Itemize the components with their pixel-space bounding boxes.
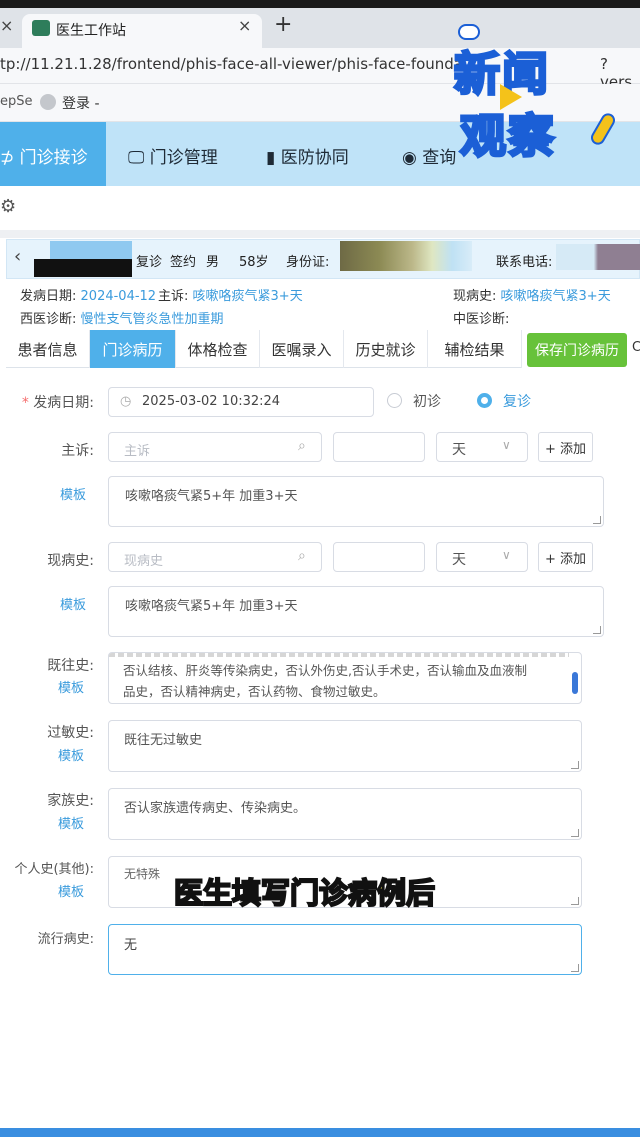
present-illness-placeholder: 现病史: [124, 554, 164, 569]
address-url[interactable]: tp://11.21.1.28/frontend/phis-face-all-v…: [0, 55, 463, 73]
contract-status: 签约: [170, 255, 197, 270]
subtab-physical-exam[interactable]: 体格检查: [176, 330, 260, 368]
reception-icon: ⊅: [0, 148, 20, 168]
present-illness-unit-value: 天: [452, 552, 466, 568]
summary-complaint: 主诉: 咳嗽咯痰气紧3+天: [158, 289, 303, 304]
summary-western-dx: 西医诊断: 慢性支气管炎急性加重期: [20, 312, 224, 327]
subtab-patient-info[interactable]: 患者信息: [6, 330, 90, 368]
allergy-template-link[interactable]: 模板: [58, 745, 84, 764]
new-tab-button[interactable]: +: [274, 12, 292, 37]
tab-title: 医生工作站: [56, 23, 126, 39]
chevron-down-icon: ∨: [502, 548, 511, 562]
nav-item-outpatient-management[interactable]: 🖵 门诊管理: [128, 143, 218, 168]
divider: [0, 230, 640, 238]
epidemic-history-text: 无: [124, 938, 138, 953]
summary-chinese-dx: 中医诊断:: [453, 312, 510, 327]
tab-favicon-icon: [32, 20, 50, 36]
video-caption: 医生填写门诊病例后: [173, 875, 436, 911]
family-history-label: 家族史:: [47, 793, 94, 809]
personal-history-template-link[interactable]: 模板: [58, 881, 84, 900]
subtab-history[interactable]: 历史就诊: [344, 330, 428, 368]
subtab-orders[interactable]: 医嘱录入: [260, 330, 344, 368]
allergy-label: 过敏史:: [47, 725, 94, 741]
globe-icon: [40, 94, 56, 110]
patient-name-redacted: [34, 259, 132, 277]
gear-icon[interactable]: ⚙: [0, 196, 16, 217]
toolbar-row: [0, 186, 640, 230]
present-illness-unit-select[interactable]: [436, 542, 528, 572]
summary-onset-date: 2024-04-12: [80, 289, 157, 304]
summary-complaint-value: 咳嗽咯痰气紧3+天: [192, 289, 303, 304]
family-history-template-link[interactable]: 模板: [58, 813, 84, 832]
allergy-text: 既往无过敏史: [124, 733, 203, 748]
summary-present-value: 咳嗽咯痰气紧3+天: [500, 289, 611, 304]
phone-number-masked: [556, 244, 640, 270]
present-illness-add-button[interactable]: + 添加: [538, 542, 593, 572]
return-visit-radio[interactable]: [477, 393, 492, 408]
present-illness-text: 咳嗽咯痰气紧5+年 加重3+天: [125, 599, 298, 614]
play-icon: [500, 84, 522, 110]
nav-item-outpatient-reception[interactable]: ⊅ 门诊接诊: [0, 143, 88, 168]
complaint-duration-input[interactable]: [333, 432, 425, 462]
summary-present-illness: 现病史: 咳嗽咯痰气紧3+天: [453, 289, 611, 304]
family-history-text: 否认家族遗传病史、传染病史。: [124, 801, 307, 816]
bottom-scrollbar[interactable]: [0, 1128, 640, 1137]
personal-history-text: 无特殊: [124, 867, 161, 881]
patient-age: 58岁: [239, 255, 269, 270]
complaint-label: 主诉:: [61, 443, 94, 459]
present-illness-label: 现病史:: [47, 553, 94, 569]
bookmark-item[interactable]: epSe: [0, 94, 33, 109]
back-chevron-icon[interactable]: ‹: [14, 246, 21, 267]
eye-icon: ◉: [402, 148, 423, 168]
present-illness-duration-input[interactable]: [333, 542, 425, 572]
first-visit-radio[interactable]: [387, 393, 402, 408]
chart-icon: ▮: [266, 148, 281, 168]
visit-type: 复诊: [136, 255, 163, 270]
monitor-icon: 🖵: [128, 148, 150, 168]
prev-tab-close-icon[interactable]: ×: [0, 16, 13, 35]
past-history-template-link[interactable]: 模板: [58, 677, 84, 696]
onset-date-label: * 发病日期:: [21, 395, 94, 411]
epidemic-history-label: 流行病史:: [37, 932, 94, 947]
phone-label: 联系电话:: [496, 255, 553, 270]
past-history-line-2: 品史，否认精神病史，否认药物、食物过敏史。: [123, 684, 386, 699]
subtab-outpatient-record[interactable]: 门诊病历: [90, 330, 176, 368]
past-history-scrollbar[interactable]: [572, 672, 578, 694]
personal-history-label: 个人史(其他):: [14, 862, 94, 877]
id-label: 身份证:: [286, 255, 330, 270]
id-number-masked: [340, 241, 472, 271]
past-history-label: 既往史:: [47, 658, 94, 674]
present-illness-template-link[interactable]: 模板: [60, 594, 86, 613]
complaint-text: 咳嗽咯痰气紧5+年 加重3+天: [125, 489, 298, 504]
edge-cut-label: C: [632, 340, 640, 355]
complaint-add-button[interactable]: + 添加: [538, 432, 593, 462]
os-top-bar: [0, 0, 640, 8]
subtab-aux-results[interactable]: 辅检结果: [428, 330, 522, 368]
onset-date-value: 2025-03-02 10:32:24: [142, 394, 281, 409]
search-icon: ⌕: [298, 438, 306, 454]
past-history-line-1: 否认结核、肝炎等传染病史，否认外伤史,否认手术史，否认输血及血液制: [123, 663, 527, 678]
clock-icon: ◷: [120, 394, 132, 409]
epidemic-history-textarea[interactable]: [108, 924, 582, 975]
save-record-button[interactable]: 保存门诊病历: [527, 333, 627, 367]
summary-onset: 发病日期: 2024-04-12: [20, 289, 157, 304]
bookmark-login[interactable]: 登录 -: [62, 93, 100, 113]
complaint-template-link[interactable]: 模板: [60, 484, 86, 503]
patient-name-masked: [50, 241, 132, 259]
chevron-down-icon: ∨: [502, 438, 511, 452]
complaint-unit-value: 天: [452, 442, 466, 458]
complaint-placeholder: 主诉: [124, 444, 151, 459]
complaint-unit-select[interactable]: [436, 432, 528, 462]
patient-sex: 男: [206, 255, 220, 270]
first-visit-label[interactable]: 初诊: [413, 391, 441, 411]
nav-item-medical-prevention[interactable]: ▮ 医防协同: [266, 143, 349, 168]
summary-western-dx-value: 慢性支气管炎急性加重期: [80, 312, 224, 327]
tab-close-icon[interactable]: ×: [238, 16, 251, 35]
return-visit-label[interactable]: 复诊: [503, 391, 531, 411]
nav-item-query[interactable]: ◉ 查询: [402, 143, 456, 168]
search-icon: ⌕: [298, 548, 306, 564]
